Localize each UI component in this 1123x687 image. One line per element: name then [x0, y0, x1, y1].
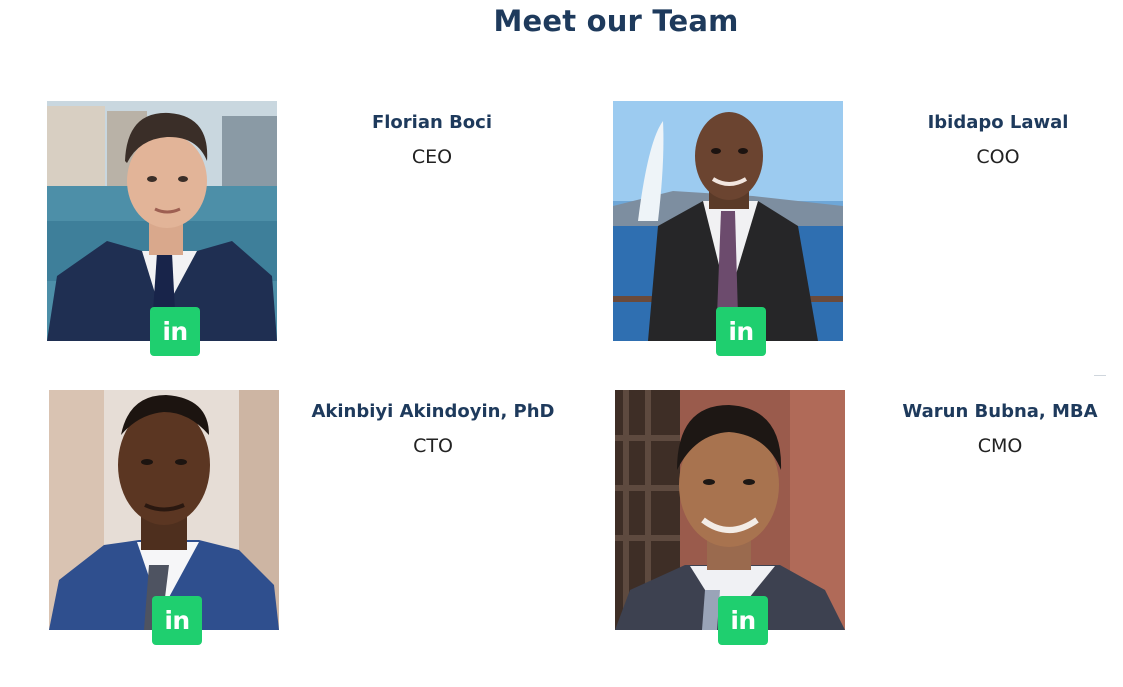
member-photo [615, 390, 845, 630]
member-photo-wrapper: in [615, 390, 845, 645]
member-role: COO [976, 146, 1020, 168]
member-info: Akinbiyi Akindoyin, PhD CTO [303, 401, 563, 457]
member-name: Florian Boci [371, 112, 493, 133]
linkedin-button[interactable]: in [152, 596, 202, 645]
member-photo-wrapper: in [49, 390, 279, 645]
member-photo [47, 101, 277, 341]
member-info: Ibidapo Lawal COO [868, 112, 1123, 168]
member-photo [49, 390, 279, 630]
member-photo-wrapper: in [47, 101, 277, 356]
linkedin-button[interactable]: in [716, 307, 766, 356]
member-name: Ibidapo Lawal [927, 112, 1069, 133]
linkedin-button[interactable]: in [718, 596, 768, 645]
linkedin-icon: in [730, 606, 756, 635]
linkedin-icon: in [164, 606, 190, 635]
page-title: Meet our Team [493, 4, 739, 38]
member-info: Florian Boci CEO [302, 112, 562, 168]
member-name: Akinbiyi Akindoyin, PhD [311, 401, 555, 422]
member-role: CEO [411, 146, 453, 168]
member-photo [613, 101, 843, 341]
linkedin-icon: in [162, 317, 188, 346]
linkedin-icon: in [728, 317, 754, 346]
divider [1094, 375, 1106, 376]
member-info: Warun Bubna, MBA CMO [870, 401, 1123, 457]
member-photo-wrapper: in [613, 101, 843, 356]
member-role: CMO [977, 435, 1023, 457]
member-role: CTO [413, 435, 453, 457]
member-name: Warun Bubna, MBA [902, 401, 1098, 422]
linkedin-button[interactable]: in [150, 307, 200, 356]
